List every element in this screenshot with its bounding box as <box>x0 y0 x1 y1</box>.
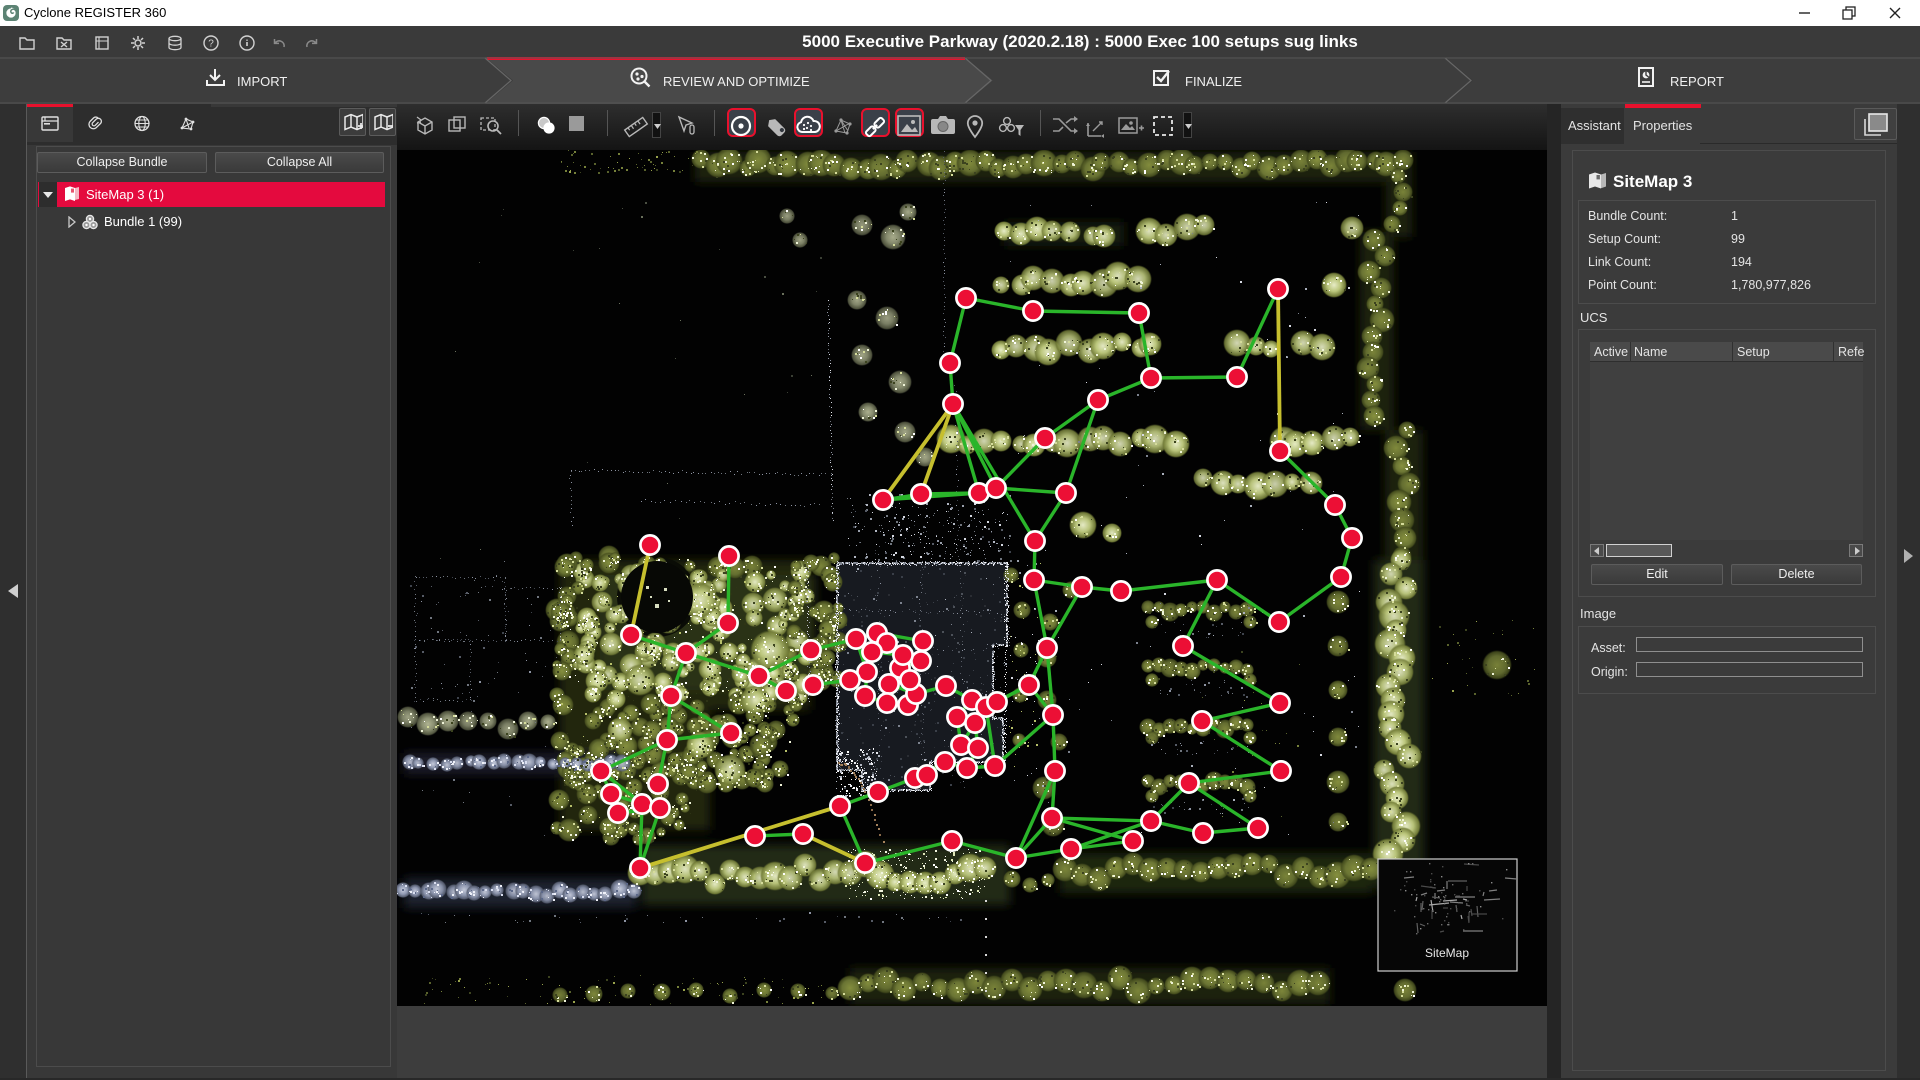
svg-text:SiteMap: SiteMap <box>1425 946 1469 960</box>
